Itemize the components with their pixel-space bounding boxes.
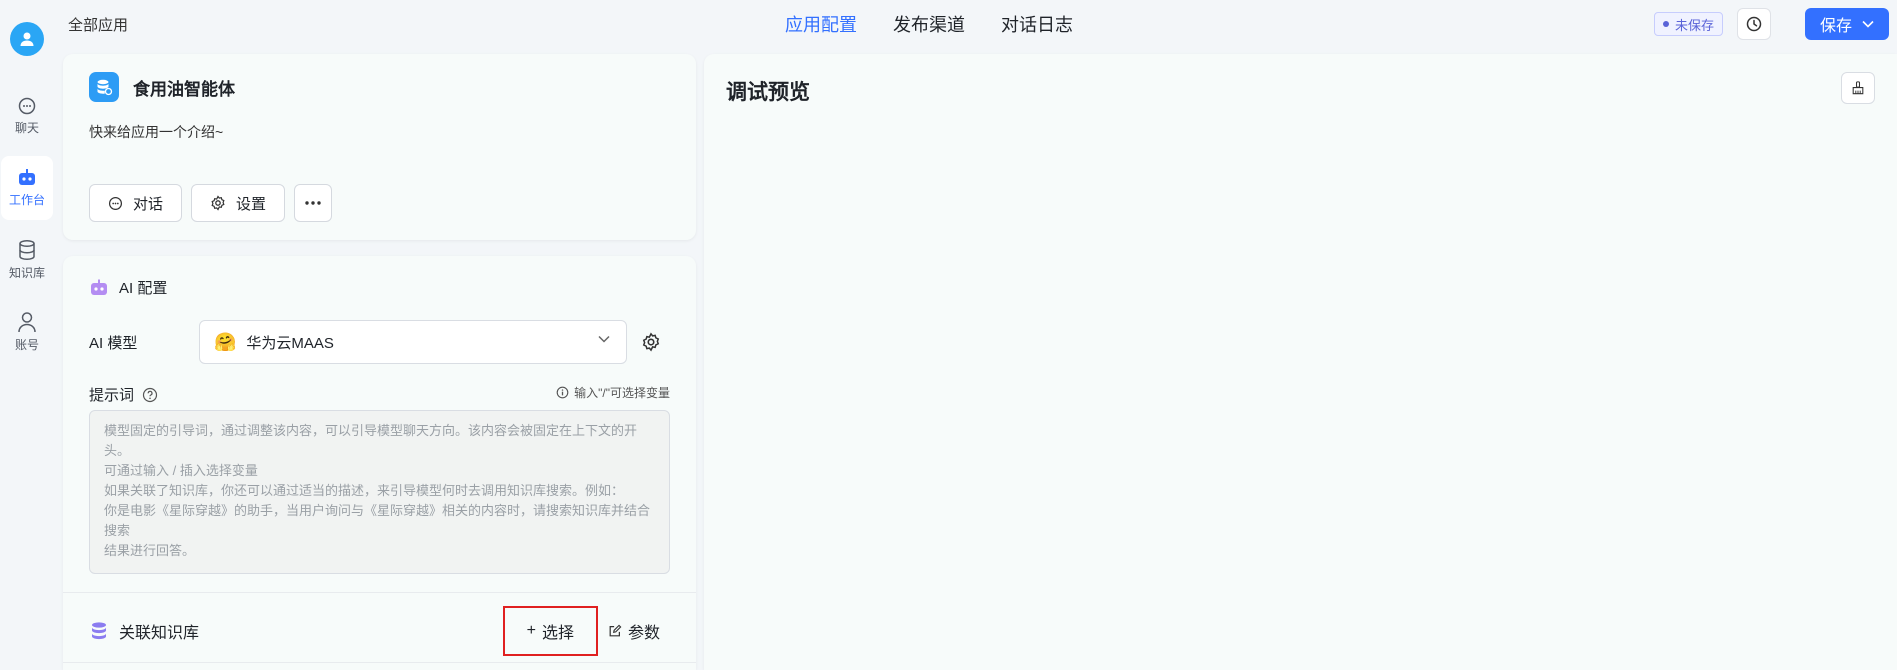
status-text: 未保存 <box>1674 17 1714 33</box>
more-button[interactable] <box>294 184 333 222</box>
user-icon <box>18 312 36 333</box>
save-button[interactable]: 保存 <box>1805 8 1889 40</box>
plus-icon: + <box>526 622 536 639</box>
chat-button[interactable]: 对话 <box>89 184 183 222</box>
prompt-label: 提示词 <box>89 387 135 404</box>
more-horizontal-icon <box>305 201 321 205</box>
settings-button[interactable]: 设置 <box>191 184 286 222</box>
model-select[interactable]: 🤗 华为云MAAS <box>199 320 627 364</box>
prompt-hint-text: 输入"/"可选择变量 <box>574 386 670 400</box>
chat-icon <box>18 97 36 115</box>
breadcrumb[interactable]: 全部应用 <box>68 14 128 35</box>
prompt-textarea[interactable]: 模型固定的引导词，通过调整该内容，可以引导模型聊天方向。该内容会被固定在上下文的… <box>89 410 670 574</box>
sidebar-item-label: 工作台 <box>8 193 45 207</box>
select-button-label: 选择 <box>541 625 574 642</box>
question-circle-icon[interactable] <box>142 387 158 403</box>
edit-icon <box>609 624 622 637</box>
prompt-placeholder-line: 如果关联了知识库，你还可以通过适当的描述，来引导模型何时去调用知识库搜索。例如： <box>104 483 625 498</box>
clear-chat-button[interactable] <box>1841 72 1875 104</box>
debug-preview-panel: 调试预览 <box>704 54 1897 670</box>
knowledge-base-row: 关联知识库 + 选择 参数 <box>89 606 670 656</box>
history-button[interactable] <box>1737 8 1771 40</box>
sidebar: 聊天 工作台 知识库 账号 <box>0 0 54 670</box>
select-knowledge-base-button[interactable]: + 选择 <box>502 606 599 656</box>
params-button-label: 参数 <box>627 625 660 642</box>
database-icon <box>97 79 113 96</box>
model-settings-gear-icon[interactable] <box>641 332 661 352</box>
app-intro: 快来给应用一个介绍~ <box>89 124 224 140</box>
app-info-card: 食用油智能体 快来给应用一个介绍~ 对话 设置 <box>63 54 696 240</box>
divider <box>63 662 696 663</box>
header-tabs: 应用配置 发布渠道 对话日志 <box>785 0 1073 48</box>
user-avatar-icon <box>20 32 34 46</box>
sidebar-item-workbench[interactable]: 工作台 <box>1 156 53 220</box>
model-label: AI 模型 <box>89 334 138 352</box>
chevron-down-icon <box>598 335 610 343</box>
section-title-ai-config: AI 配置 <box>119 280 168 297</box>
chat-button-label: 对话 <box>133 195 164 213</box>
status-dot-icon <box>1662 21 1669 27</box>
app-icon <box>89 72 119 102</box>
sidebar-item-label: 聊天 <box>14 121 39 135</box>
prompt-placeholder-line: 结果进行回答。 <box>104 543 196 558</box>
robot-icon <box>91 279 107 295</box>
database-icon <box>92 622 106 640</box>
gear-icon <box>211 195 225 211</box>
header-actions: 未保存 保存 <box>1653 8 1889 40</box>
sidebar-item-knowledge[interactable]: 知识库 <box>1 228 53 292</box>
prompt-placeholder-line: 你是电影《星际穿越》的助手，当用户询问与《星际穿越》相关的内容时，请搜索知识库并… <box>104 503 651 538</box>
prompt-hint: 输入"/"可选择变量 <box>556 384 670 401</box>
ai-config-card: AI 配置 AI 模型 🤗 华为云MAAS 提示词 输入"/"可选择变量 模型固… <box>63 256 696 670</box>
sidebar-item-label: 账号 <box>14 338 39 352</box>
tab-publish-channel[interactable]: 发布渠道 <box>893 11 965 37</box>
knowledge-base-title: 关联知识库 <box>119 625 200 642</box>
save-button-label: 保存 <box>1819 18 1852 35</box>
tab-chat-logs[interactable]: 对话日志 <box>1001 11 1073 37</box>
avatar[interactable] <box>10 22 44 56</box>
database-icon <box>19 239 35 261</box>
chevron-down-icon <box>1862 20 1874 28</box>
chat-icon <box>108 196 123 210</box>
knowledge-base-params-button[interactable]: 参数 <box>598 616 670 646</box>
tab-app-config[interactable]: 应用配置 <box>785 11 857 37</box>
prompt-placeholder-line: 可通过输入 / 插入选择变量 <box>104 463 258 478</box>
preview-title: 调试预览 <box>726 81 810 104</box>
sidebar-item-label: 知识库 <box>8 266 45 280</box>
broom-icon <box>1852 81 1864 95</box>
clock-icon <box>1746 16 1762 32</box>
robot-icon <box>19 169 35 185</box>
settings-button-label: 设置 <box>236 195 267 213</box>
status-badge: 未保存 <box>1653 12 1723 36</box>
sidebar-item-account[interactable]: 账号 <box>1 300 53 364</box>
app-name: 食用油智能体 <box>133 79 235 99</box>
info-icon <box>556 386 569 399</box>
hugging-face-icon: 🤗 <box>214 332 237 352</box>
sidebar-item-chat[interactable]: 聊天 <box>1 84 53 148</box>
divider <box>63 592 696 593</box>
prompt-placeholder-line: 模型固定的引导词，通过调整该内容，可以引导模型聊天方向。该内容会被固定在上下文的… <box>104 423 638 458</box>
model-select-value: 华为云MAAS <box>246 334 334 352</box>
